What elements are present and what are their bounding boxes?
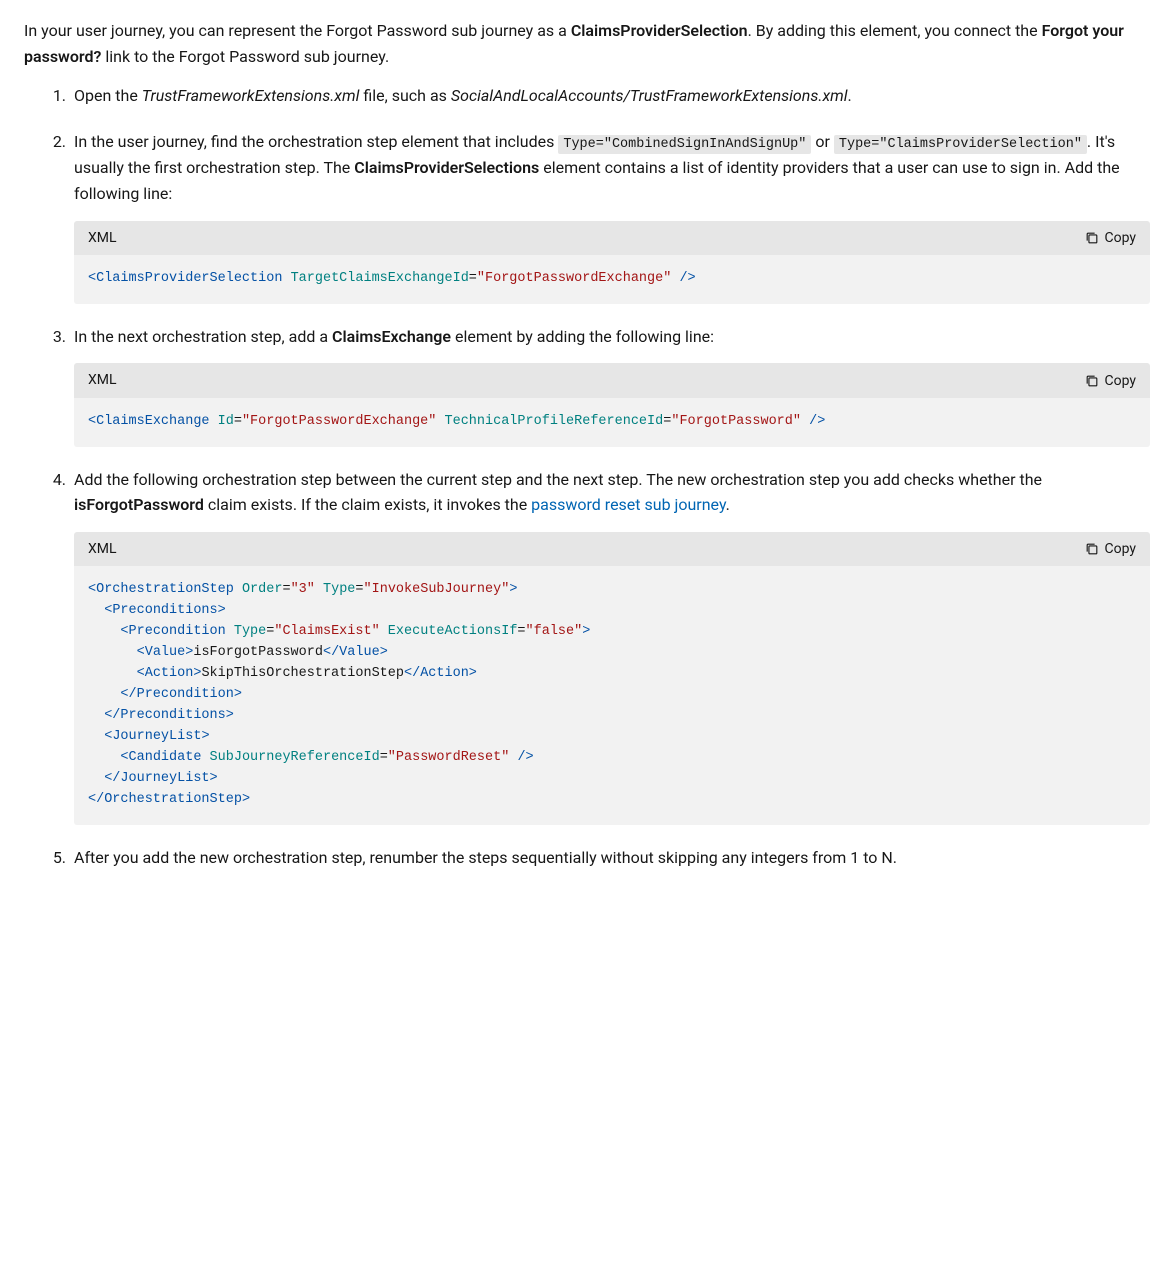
copy-icon xyxy=(1085,542,1099,556)
list-item: Open the TrustFrameworkExtensions.xml fi… xyxy=(70,83,1150,109)
copy-button[interactable]: Copy xyxy=(1085,228,1136,248)
code-block: XML Copy <ClaimsExchange Id="ForgotPassw… xyxy=(74,363,1150,446)
copy-button[interactable]: Copy xyxy=(1085,371,1136,391)
list-item: Add the following orchestration step bet… xyxy=(70,467,1150,825)
code-header: XML Copy xyxy=(74,363,1150,397)
code-header: XML Copy xyxy=(74,221,1150,255)
code-language-label: XML xyxy=(88,538,117,560)
copy-icon xyxy=(1085,374,1099,388)
bold-text: isForgotPassword xyxy=(74,495,204,514)
code-language-label: XML xyxy=(88,227,117,249)
copy-icon xyxy=(1085,231,1099,245)
code-content: <ClaimsExchange Id="ForgotPasswordExchan… xyxy=(74,398,1150,447)
italic-filename: SocialAndLocalAccounts/TrustFrameworkExt… xyxy=(451,86,848,105)
code-header: XML Copy xyxy=(74,532,1150,566)
code-block: XML Copy <OrchestrationStep Order="3" Ty… xyxy=(74,532,1150,825)
list-item: In the next orchestration step, add a Cl… xyxy=(70,324,1150,447)
code-content: <ClaimsProviderSelection TargetClaimsExc… xyxy=(74,255,1150,304)
list-item: After you add the new orchestration step… xyxy=(70,845,1150,871)
italic-filename: TrustFrameworkExtensions.xml xyxy=(142,86,360,105)
inline-code: Type="ClaimsProviderSelection" xyxy=(834,135,1087,154)
bold-text: ClaimsProviderSelection xyxy=(571,21,748,40)
bold-text: ClaimsExchange xyxy=(332,327,451,346)
code-language-label: XML xyxy=(88,369,117,391)
copy-button[interactable]: Copy xyxy=(1085,539,1136,559)
bold-text: ClaimsProviderSelections xyxy=(354,158,539,177)
code-block: XML Copy <ClaimsProviderSelection Target… xyxy=(74,221,1150,304)
intro-paragraph: In your user journey, you can represent … xyxy=(24,18,1150,69)
list-item: In the user journey, find the orchestrat… xyxy=(70,129,1150,304)
inline-code: Type="CombinedSignInAndSignUp" xyxy=(558,135,811,154)
steps-list: Open the TrustFrameworkExtensions.xml fi… xyxy=(24,83,1150,870)
code-content: <OrchestrationStep Order="3" Type="Invok… xyxy=(74,566,1150,824)
password-reset-link[interactable]: password reset sub journey xyxy=(531,495,726,514)
